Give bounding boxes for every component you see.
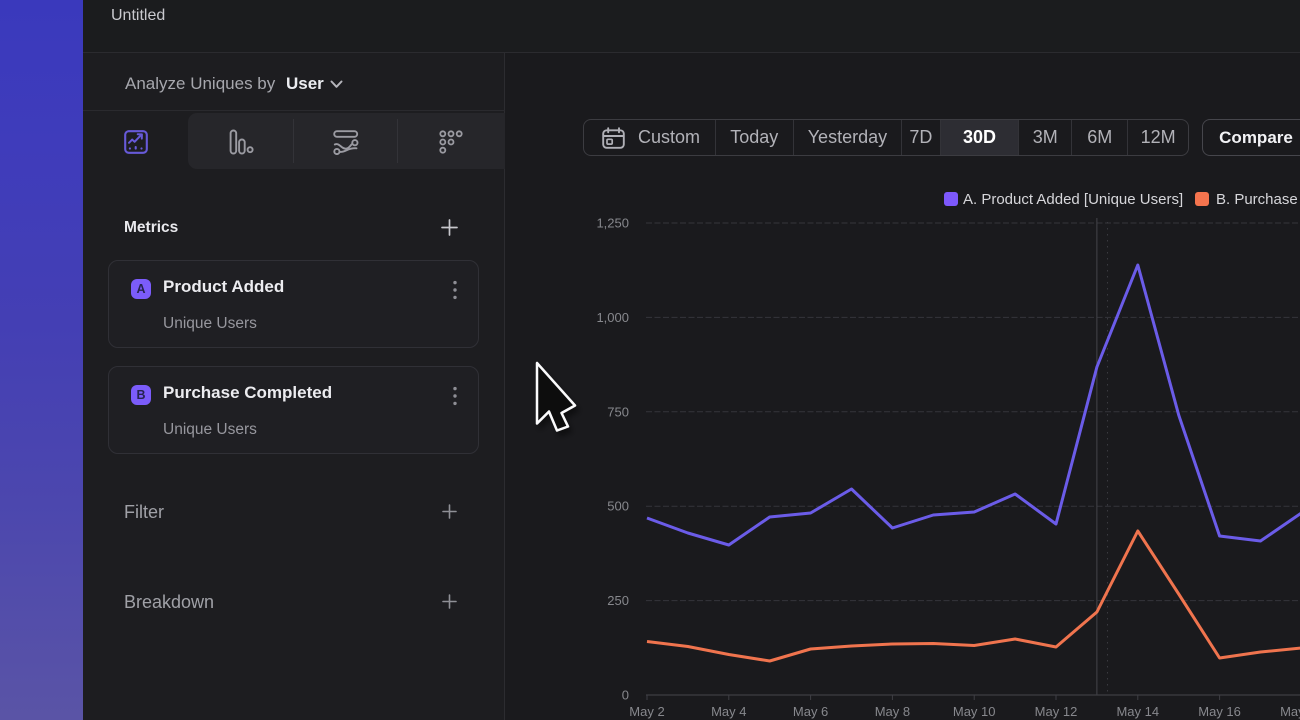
svg-text:250: 250 [607, 593, 629, 608]
svg-text:May 16: May 16 [1198, 704, 1241, 719]
svg-text:May 10: May 10 [953, 704, 996, 719]
svg-text:750: 750 [607, 404, 629, 419]
svg-text:May 12: May 12 [1035, 704, 1078, 719]
svg-text:500: 500 [607, 499, 629, 514]
svg-text:0: 0 [622, 688, 629, 703]
svg-text:May 18: May 18 [1280, 704, 1300, 719]
svg-text:1,250: 1,250 [596, 216, 629, 231]
svg-text:May 14: May 14 [1116, 704, 1159, 719]
svg-text:May 4: May 4 [711, 704, 746, 719]
svg-text:May 8: May 8 [875, 704, 910, 719]
svg-text:May 6: May 6 [793, 704, 828, 719]
svg-text:May 2: May 2 [629, 704, 664, 719]
svg-text:1,000: 1,000 [596, 310, 629, 325]
